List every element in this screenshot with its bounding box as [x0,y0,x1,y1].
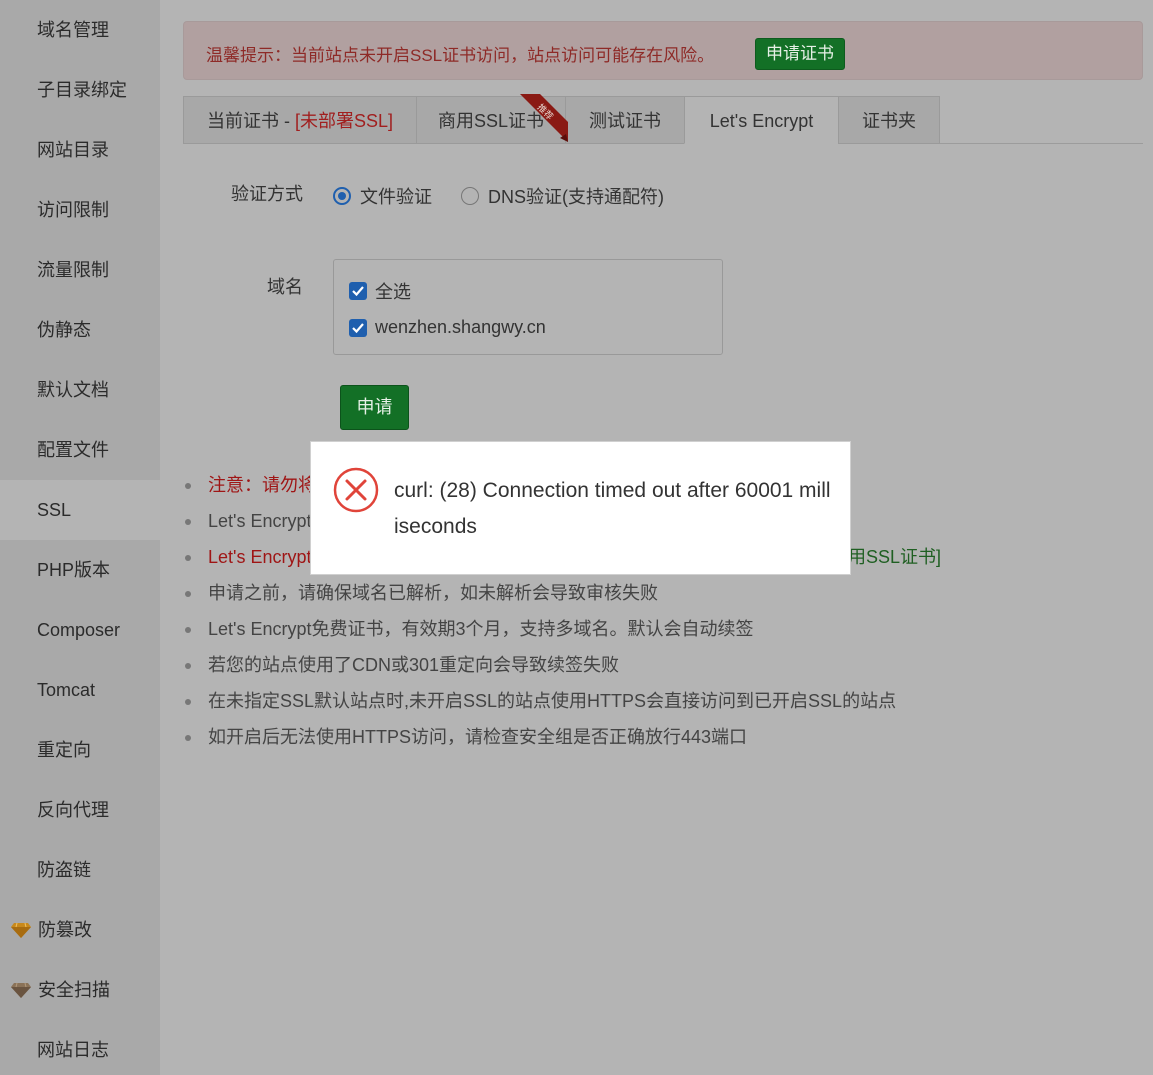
radio-selected-icon [333,187,351,205]
sidebar-item-label: 重定向 [37,740,91,760]
checkbox-label: 全选 [375,282,411,302]
recommend-ribbon: 推荐 [516,94,568,146]
error-message: curl: (28) Connection timed out after 60… [394,479,831,538]
sidebar-item-proxy[interactable]: 反向代理 [0,780,160,840]
checkbox-checked-icon [349,282,367,300]
sidebar-item-rewrite[interactable]: 伪静态 [0,300,160,360]
sidebar-item-label: 域名管理 [37,20,109,40]
error-circle-x-icon [333,467,379,513]
sidebar-item-label: SSL [37,500,72,520]
tab-label: 当前证书 - [206,111,295,131]
list-item: 如开启后无法使用HTTPS访问，请检查安全组是否正确放行443端口 [183,719,1143,755]
domain-label: 域名 [267,277,303,297]
tab-label: 测试证书 [589,111,661,131]
tab-label: 证书夹 [862,111,916,131]
sidebar-item-logs[interactable]: 网站日志 [0,1020,160,1075]
tab-current-cert[interactable]: 当前证书 - [未部署SSL] [183,96,417,144]
list-item: 若您的站点使用了CDN或301重定向会导致续签失败 [183,647,1143,683]
tab-letsencrypt[interactable]: Let's Encrypt [684,96,839,144]
sidebar-item-tomcat[interactable]: Tomcat [0,660,160,720]
tab-label: Let's Encrypt [709,111,814,131]
verify-method-label: 验证方式 [231,184,303,204]
cert-status: [未部署SSL] [294,111,394,131]
domain-checkbox[interactable]: wenzhen.shangwy.cn [349,317,546,338]
sidebar-item-default-doc[interactable]: 默认文档 [0,360,160,420]
sidebar-item-label: 访问限制 [37,200,109,220]
sidebar-item-label: 安全扫描 [38,980,110,1000]
sidebar: 域名管理 子目录绑定 网站目录 访问限制 流量限制 伪静态 默认文档 配置文件 … [0,0,160,1075]
commercial-ssl-link[interactable]: 用SSL证书] [848,539,941,575]
sidebar-item-traffic-limit[interactable]: 流量限制 [0,240,160,300]
apply-certificate-button[interactable]: 申请证书 [755,38,845,70]
ssl-warning-alert: 温馨提示：当前站点未开启SSL证书访问，站点访问可能存在风险。 申请证书 [183,21,1143,80]
sidebar-item-label: 防盗链 [37,860,91,880]
sidebar-item-composer[interactable]: Composer [0,600,160,660]
checkbox-checked-icon [349,318,367,337]
sidebar-item-redirect[interactable]: 重定向 [0,720,160,780]
sidebar-item-hotlink[interactable]: 防盗链 [0,840,160,900]
sidebar-item-label: 伪静态 [37,320,91,340]
sidebar-item-domain[interactable]: 域名管理 [0,0,160,60]
sidebar-item-config[interactable]: 配置文件 [0,420,160,480]
sidebar-item-security-scan[interactable]: 安全扫描 [0,960,160,1020]
radio-file-verify[interactable]: 文件验证 [333,183,432,209]
sidebar-item-ssl[interactable]: SSL [0,480,160,540]
list-item: 在未指定SSL默认站点时,未开启SSL的站点使用HTTPS会直接访问到已开启SS… [183,683,1143,719]
radio-dns-verify[interactable]: DNS验证(支持通配符) [461,183,664,209]
sidebar-item-label: 子目录绑定 [37,80,127,100]
alert-text: 温馨提示：当前站点未开启SSL证书访问，站点访问可能存在风险。 [206,46,715,65]
diamond-icon [11,982,31,998]
sidebar-item-subdir[interactable]: 子目录绑定 [0,60,160,120]
select-all-checkbox[interactable]: 全选 [349,278,411,304]
sidebar-item-label: 反向代理 [37,800,109,820]
list-item: 申请之前，请确保域名已解析，如未解析会导致审核失败 [183,575,1143,611]
radio-unselected-icon [461,187,479,205]
sidebar-item-label: 防篡改 [38,920,92,940]
radio-label: 文件验证 [360,187,432,207]
sidebar-item-label: 网站目录 [37,140,109,160]
sidebar-item-label: Composer [37,620,121,640]
ssl-tabs: 当前证书 - [未部署SSL] 商用SSL证书 测试证书 Let's Encry… [183,94,1143,146]
sidebar-item-label: 配置文件 [37,440,109,460]
list-item: Let's Encrypt免费证书，有效期3个月，支持多域名。默认会自动续签 [183,611,1143,647]
sidebar-item-access-limit[interactable]: 访问限制 [0,180,160,240]
sidebar-item-label: 网站日志 [37,1040,109,1060]
tab-test-cert[interactable]: 测试证书 [565,96,685,144]
tab-cert-folder[interactable]: 证书夹 [838,96,940,144]
checkbox-label: wenzhen.shangwy.cn [375,317,546,337]
apply-button[interactable]: 申请 [340,385,409,430]
sidebar-item-label: Tomcat [37,680,96,700]
error-dialog: curl: (28) Connection timed out after 60… [310,441,851,575]
sidebar-item-label: 默认文档 [37,380,109,400]
radio-label: DNS验证(支持通配符) [488,187,664,207]
sidebar-item-php[interactable]: PHP版本 [0,540,160,600]
domain-list: 全选 wenzhen.shangwy.cn [333,259,723,355]
sidebar-item-label: PHP版本 [37,560,111,580]
sidebar-item-site-dir[interactable]: 网站目录 [0,120,160,180]
diamond-icon [11,922,31,938]
sidebar-item-label: 流量限制 [37,260,109,280]
sidebar-item-tamper[interactable]: 防篡改 [0,900,160,960]
